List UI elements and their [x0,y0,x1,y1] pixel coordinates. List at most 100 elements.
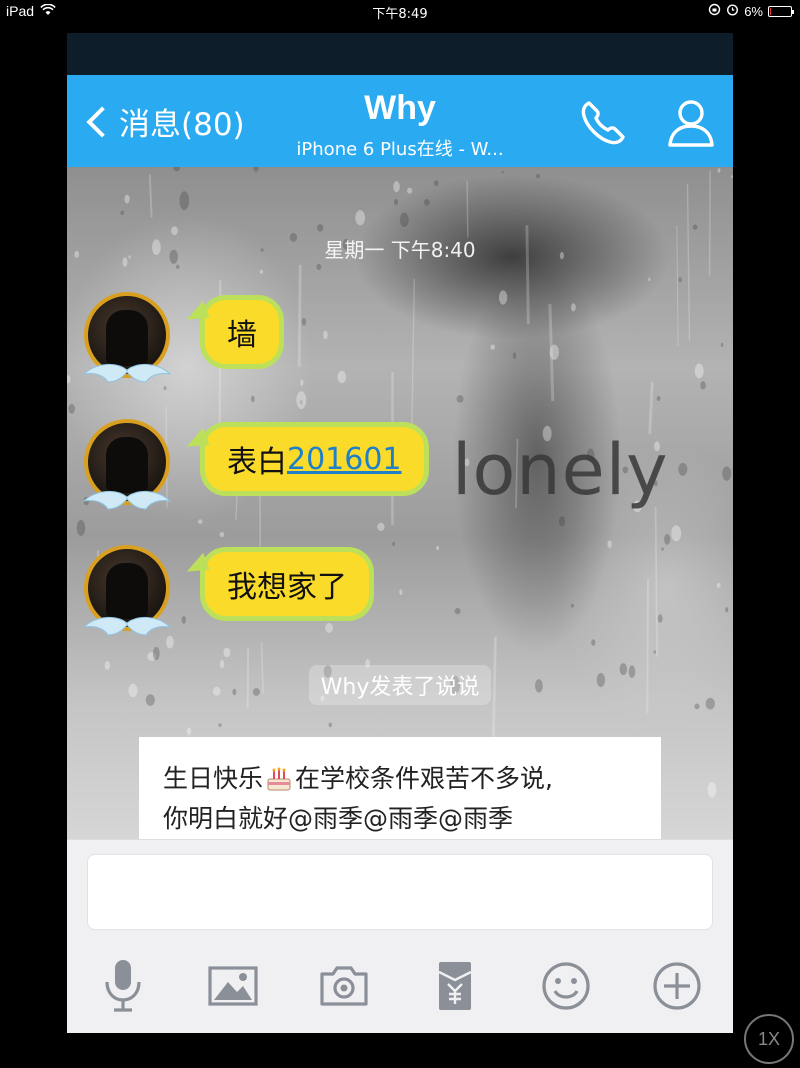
rain-drop [253,167,259,172]
sender-avatar[interactable] [82,292,172,383]
sender-avatar[interactable] [82,419,172,510]
rain-drop [570,603,574,608]
rain-drop [198,519,203,524]
message-link[interactable]: 201601 [287,442,402,477]
post-card[interactable]: 生日快乐 在学校条件艰苦不多说, 你明白就好@雨季@雨季@雨季 [139,737,661,839]
microphone-icon [105,960,141,1012]
photo-button[interactable] [205,958,261,1014]
rain-drop [591,639,596,646]
rain-drop [337,370,347,384]
rain-drop [355,210,366,226]
rotation-lock-icon [708,3,721,19]
rain-drop [434,180,439,187]
rain-drop [707,782,717,798]
red-packet-button[interactable] [427,958,483,1014]
zoom-toggle-button[interactable]: 1X [744,1014,794,1064]
rain-drop [671,525,682,542]
rain-drop [716,582,721,588]
rain-drop [179,191,190,210]
rain-streak [148,174,153,218]
rain-drop [498,290,508,305]
rain-drop [700,381,706,390]
rain-drop [393,198,399,206]
rain-streak [654,506,658,657]
rain-drop [657,614,663,623]
composer [67,839,733,1033]
rain-drop [76,519,86,536]
rain-drop [301,317,307,326]
rain-drop [176,264,180,269]
rain-drop [152,646,160,661]
rain-drop [316,263,322,270]
rain-streak [648,381,654,435]
avatar-photo [106,563,148,619]
rain-drop [607,540,612,549]
rain-drop [223,647,231,658]
rain-drop [678,462,688,476]
battery-fill [770,7,771,15]
post-line-2: 你明白就好@雨季@雨季@雨季 [163,804,514,833]
post-text-1b: 在学校条件艰苦不多说, [295,764,553,793]
rain-streak [466,180,469,238]
rain-drop [536,173,540,179]
rain-drop [323,330,328,340]
wings-icon [82,364,172,383]
rain-drop [173,167,181,172]
rain-drop [120,210,124,216]
voice-button[interactable] [95,958,151,1014]
phone-icon [581,101,625,145]
rain-drop [725,607,729,613]
rain-drop [399,589,403,596]
camera-button[interactable] [316,958,372,1014]
rain-drop [67,375,71,384]
chat-subtitle: iPhone 6 Plus在线 - W... [296,139,504,160]
rain-drop [300,379,304,386]
message-bubble[interactable]: 表白 201601 [200,422,429,496]
composer-toolbar [67,958,733,1014]
message-timestamp: 星期一 下午8:40 [324,238,476,262]
rain-drop [392,542,396,546]
rain-drop [377,522,385,531]
status-bar: iPad 下午8:49 6% [0,0,800,24]
status-right: 6% [708,3,794,19]
rain-drop [296,391,307,409]
rain-drop [317,224,324,232]
rain-drop [731,175,733,178]
rain-drop [328,722,332,728]
rain-drop [490,344,496,350]
wings-icon [82,617,172,636]
rain-drop [436,546,440,551]
message-text: 表白 [227,445,287,480]
profile-button[interactable] [663,95,719,151]
phone-status-area [67,33,733,75]
rain-drop [717,168,721,173]
chat-area[interactable]: lonely 星期一 下午8:40 墙 表白 201601 我想家了 Why发表了… [67,167,733,839]
rain-streak [411,278,415,424]
sender-avatar[interactable] [82,545,172,636]
avatar-photo [106,310,148,366]
app-window: 消息(80) Why iPhone 6 Plus在线 - W... lonely… [67,33,733,1033]
rain-drop [399,212,409,227]
rain-streak [548,303,555,402]
rain-streak [297,264,302,367]
rain-drop [218,723,222,727]
message-input[interactable] [87,854,713,930]
rain-drop [219,531,225,538]
message-text: 墙 [227,318,257,353]
rain-drop [656,396,661,401]
rain-drop [124,194,130,204]
rain-drop [558,516,566,527]
message-bubble[interactable]: 墙 [200,295,284,369]
image-icon [208,966,258,1006]
more-button[interactable] [649,958,705,1014]
emoji-button[interactable] [538,958,594,1014]
plus-icon [653,962,701,1010]
message-text: 我想家了 [227,570,347,605]
message-bubble[interactable]: 我想家了 [200,547,374,621]
status-time: 下午8:49 [372,7,428,22]
rain-drop [407,187,413,194]
rain-drop [692,224,698,230]
cake-emoji-icon [267,767,291,791]
call-button[interactable] [575,95,631,151]
rain-drop [259,269,263,274]
